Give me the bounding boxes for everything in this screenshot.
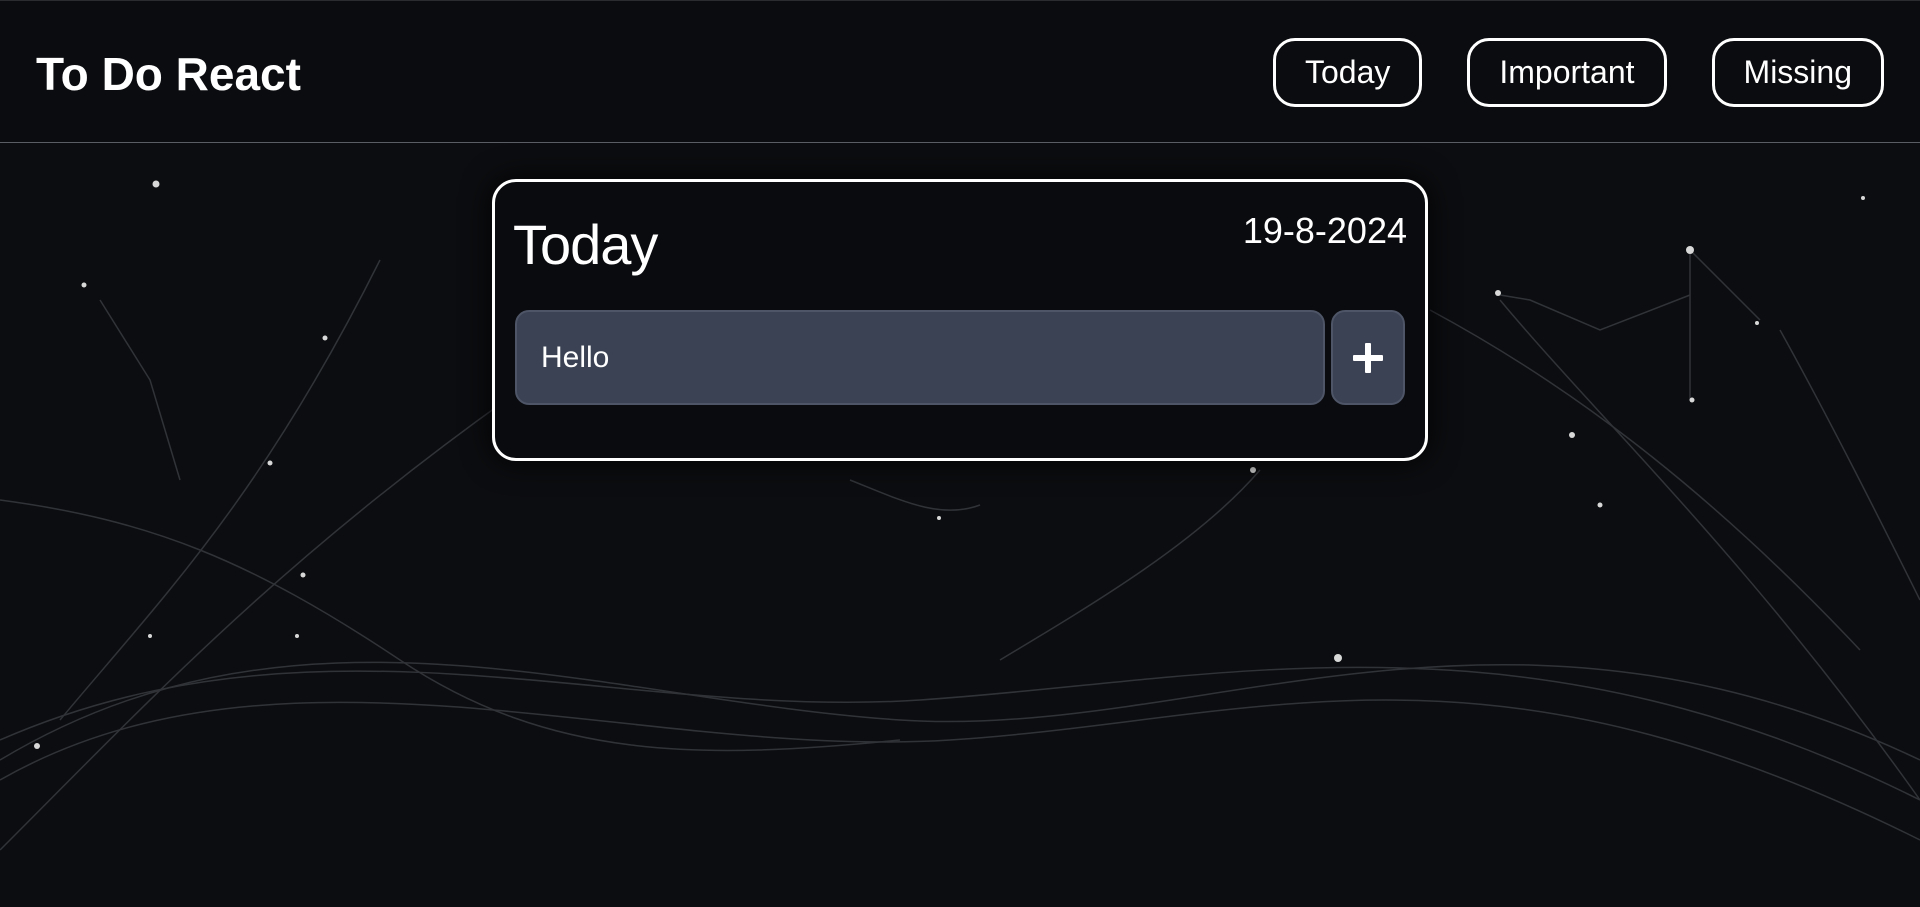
plus-icon bbox=[1353, 342, 1383, 373]
top-nav: Today Important Missing bbox=[1272, 38, 1884, 107]
nav-today-button[interactable]: Today bbox=[1272, 38, 1423, 107]
card-title: Today bbox=[513, 213, 658, 276]
today-card: Today 19-8-2024 bbox=[492, 179, 1428, 461]
nav-missing-button[interactable]: Missing bbox=[1711, 38, 1884, 107]
app-page: To Do React Today Important Missing Toda… bbox=[0, 0, 1920, 907]
nav-important-button[interactable]: Important bbox=[1467, 38, 1667, 107]
task-input[interactable] bbox=[515, 310, 1325, 405]
app-title: To Do React bbox=[36, 48, 301, 100]
card-date: 19-8-2024 bbox=[1242, 210, 1407, 251]
add-task-button[interactable] bbox=[1331, 310, 1405, 405]
app-header: To Do React Today Important Missing bbox=[0, 0, 1920, 143]
